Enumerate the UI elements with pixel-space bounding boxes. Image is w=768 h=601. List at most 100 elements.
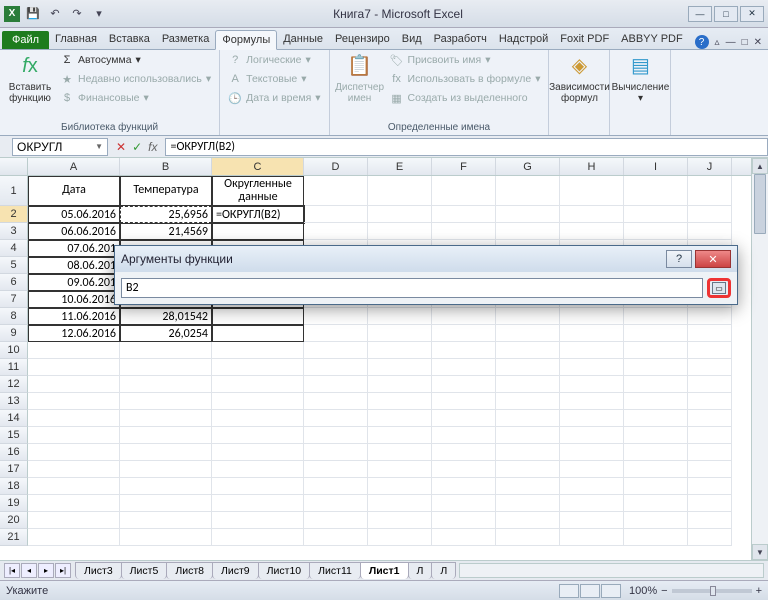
cell[interactable] [560,176,624,206]
cell[interactable] [688,376,732,393]
ribbon-tab[interactable]: Рецензиро [329,30,396,49]
row-header[interactable]: 8 [0,308,28,325]
cell[interactable] [304,444,368,461]
cell[interactable] [432,393,496,410]
sheet-nav-prev-icon[interactable]: ◂ [21,563,37,578]
recently-used-button[interactable]: ★Недавно использовались ▾ [58,71,213,87]
column-header[interactable]: F [432,158,496,175]
use-in-formula-button[interactable]: fxИспользовать в формуле ▾ [388,71,543,87]
sheet-tab[interactable]: Л [431,562,456,579]
cell[interactable] [120,529,212,546]
cell[interactable] [120,495,212,512]
create-from-selection-button[interactable]: ▦Создать из выделенного [388,90,543,106]
cell[interactable] [688,512,732,529]
cell[interactable] [560,223,624,240]
cell[interactable] [496,223,560,240]
cell[interactable] [432,461,496,478]
define-name-button[interactable]: 🏷Присвоить имя ▾ [388,52,543,68]
cell[interactable] [120,359,212,376]
dialog-argument-input[interactable] [121,278,703,298]
sheet-tab[interactable]: Лист10 [258,562,311,579]
row-header[interactable]: 19 [0,495,28,512]
redo-icon[interactable]: ↷ [68,5,86,23]
cell[interactable] [432,512,496,529]
column-header[interactable]: E [368,158,432,175]
cell[interactable] [304,427,368,444]
cell[interactable] [560,376,624,393]
cell[interactable] [120,444,212,461]
cell[interactable] [120,478,212,495]
cell[interactable] [212,512,304,529]
ribbon-tab[interactable]: Надстрой [493,30,554,49]
cell[interactable]: Дата [28,176,120,206]
sheet-tab[interactable]: Л [408,562,433,579]
cell[interactable] [432,325,496,342]
cell[interactable] [212,427,304,444]
cell[interactable] [560,529,624,546]
cell[interactable] [368,342,432,359]
cell[interactable]: 10.06.2016 [28,291,120,308]
cell[interactable] [560,342,624,359]
cell[interactable] [28,410,120,427]
ribbon-tab[interactable]: Разработч [428,30,493,49]
cell[interactable] [120,376,212,393]
cell[interactable] [560,325,624,342]
insert-function-button[interactable]: fx Вставить функцию [6,52,54,104]
cell[interactable] [368,206,432,223]
namebox-dropdown-icon[interactable]: ▼ [95,142,103,151]
cell[interactable] [432,176,496,206]
row-header[interactable]: 11 [0,359,28,376]
cell[interactable] [624,495,688,512]
cell[interactable] [624,376,688,393]
dialog-expand-button[interactable]: ▭ [707,278,731,298]
dialog-titlebar[interactable]: Аргументы функции ? ✕ [115,246,737,272]
cell[interactable] [688,206,732,223]
horizontal-scrollbar[interactable] [459,563,764,578]
cell[interactable]: 26,0254 [120,325,212,342]
cell[interactable] [368,512,432,529]
column-header[interactable]: I [624,158,688,175]
row-header[interactable]: 10 [0,342,28,359]
cell[interactable] [28,529,120,546]
cell[interactable] [624,206,688,223]
cell[interactable]: 25,6956 [120,206,212,223]
column-header[interactable]: J [688,158,732,175]
zoom-in-icon[interactable]: + [756,585,762,597]
cell[interactable] [212,325,304,342]
cell[interactable] [432,342,496,359]
row-header[interactable]: 3 [0,223,28,240]
cell[interactable] [496,512,560,529]
cell[interactable] [212,410,304,427]
sheet-tab[interactable]: Лист5 [121,562,168,579]
formula-input[interactable] [165,138,768,156]
cell[interactable] [560,512,624,529]
doc-close-icon[interactable]: ✕ [754,37,762,48]
cell[interactable] [624,427,688,444]
cell[interactable] [28,393,120,410]
cell[interactable] [368,478,432,495]
cell[interactable] [496,393,560,410]
select-all-corner[interactable] [0,158,28,175]
scroll-down-icon[interactable]: ▼ [752,544,768,560]
formula-auditing-button[interactable]: ◈ Зависимости формул [555,52,603,104]
row-header[interactable]: 9 [0,325,28,342]
cell[interactable] [688,176,732,206]
cell[interactable] [120,410,212,427]
cell[interactable] [688,393,732,410]
cell[interactable] [624,359,688,376]
cell[interactable] [432,223,496,240]
cell[interactable] [28,444,120,461]
cell[interactable] [212,393,304,410]
close-button[interactable]: ✕ [740,6,764,22]
cell[interactable] [432,444,496,461]
cell[interactable] [368,223,432,240]
cell[interactable] [212,308,304,325]
cell[interactable] [496,529,560,546]
text-button[interactable]: AТекстовые ▾ [226,71,322,87]
cell[interactable] [688,223,732,240]
doc-restore-icon[interactable]: □ [742,37,748,48]
cell[interactable] [304,308,368,325]
cell[interactable] [212,478,304,495]
scroll-thumb[interactable] [754,174,766,234]
cell[interactable] [304,529,368,546]
